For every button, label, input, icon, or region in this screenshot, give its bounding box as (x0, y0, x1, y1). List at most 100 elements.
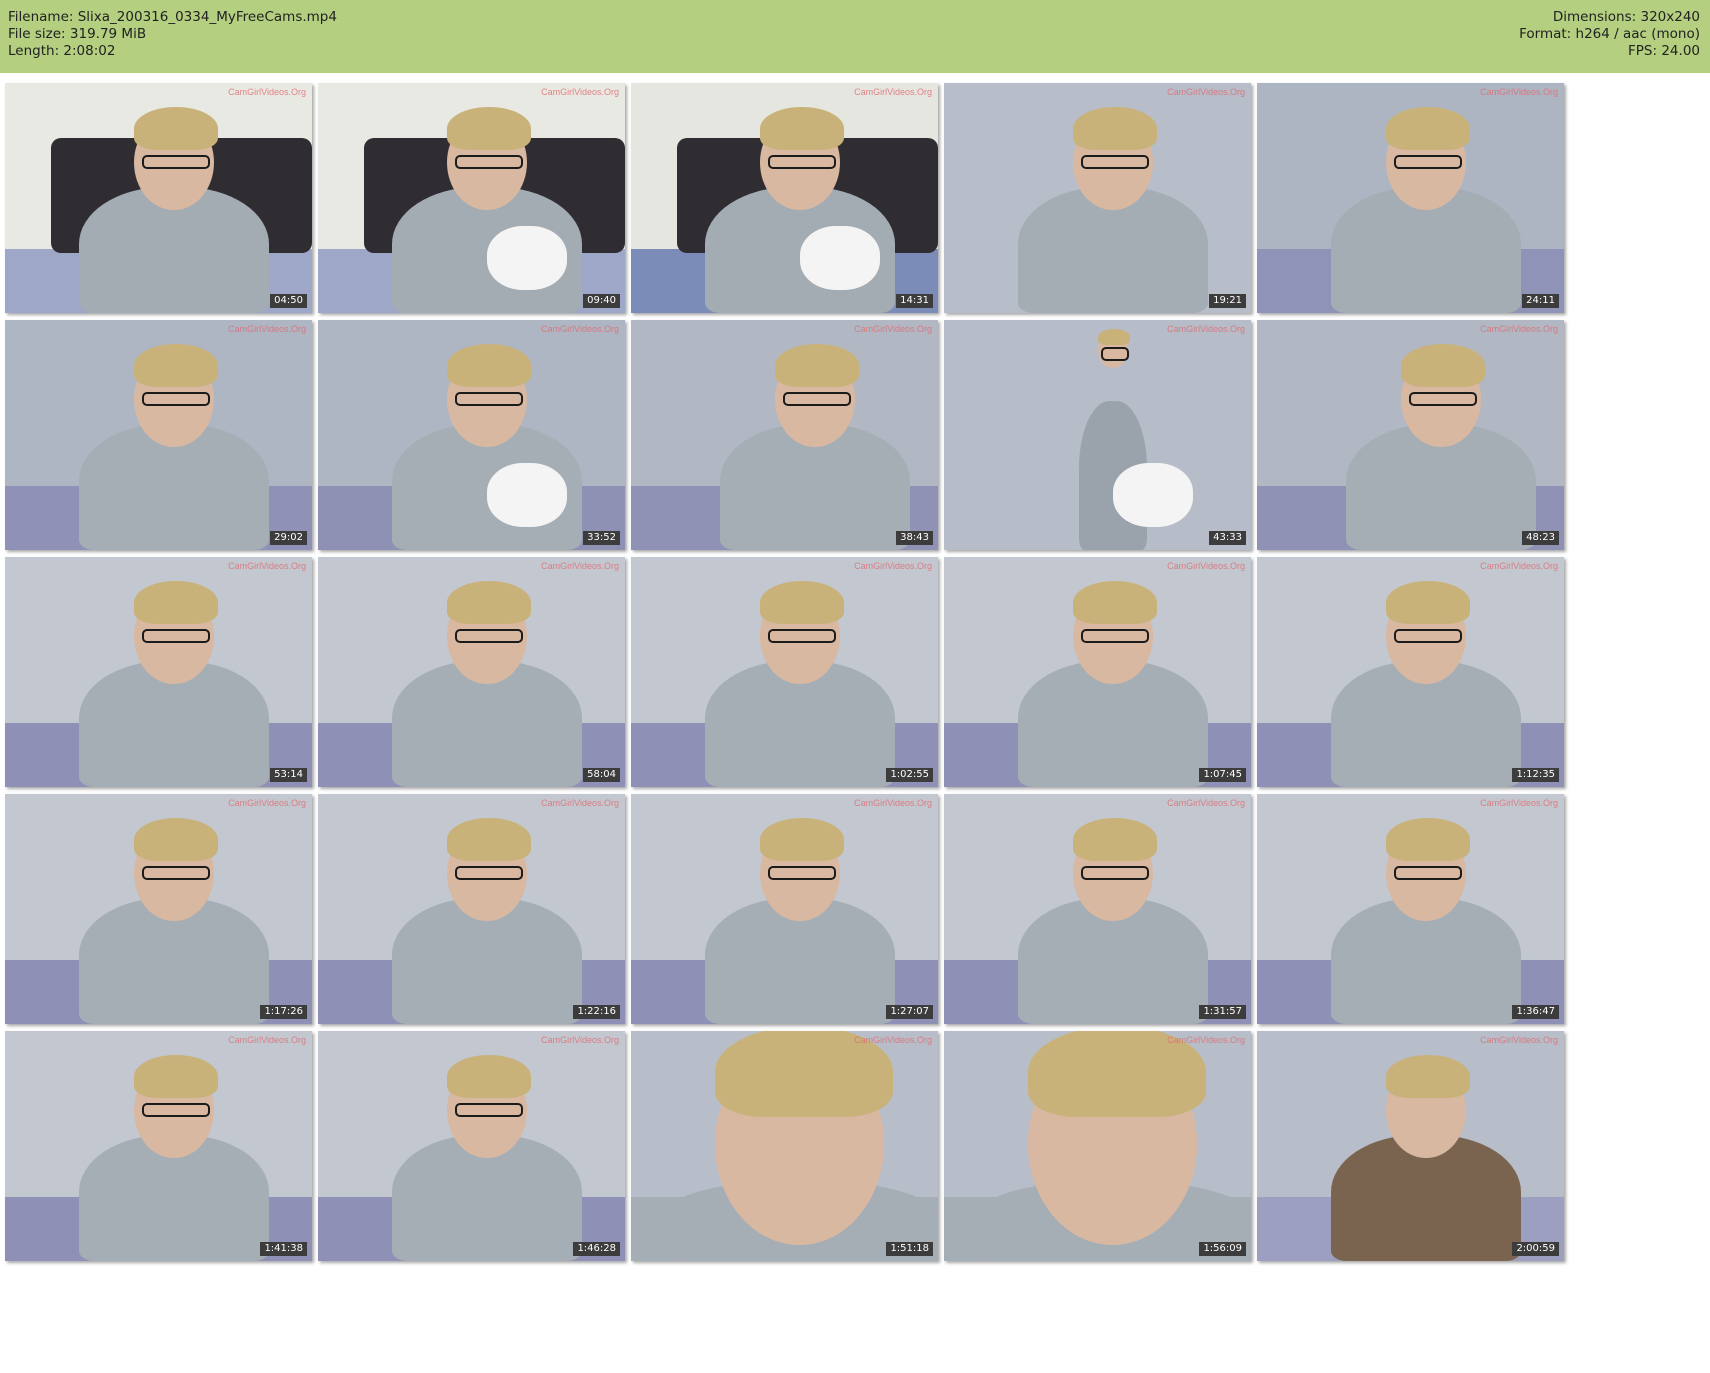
thumbnail-frame: CamGirlVideos.Org (5, 83, 312, 313)
video-thumbnail: CamGirlVideos.Org 1:12:35 (1257, 557, 1564, 787)
timestamp-label: 43:33 (1209, 531, 1246, 545)
frame-glasses (1080, 154, 1149, 169)
video-thumbnail: CamGirlVideos.Org 1:56:09 (944, 1031, 1251, 1261)
thumbnail-frame: CamGirlVideos.Org (318, 320, 625, 550)
frame-person-hair (1385, 580, 1470, 625)
frame-glasses (141, 391, 210, 406)
video-thumbnail: CamGirlVideos.Org 1:22:16 (318, 794, 625, 1024)
video-thumbnail: CamGirlVideos.Org 19:21 (944, 83, 1251, 313)
thumbnail-frame: CamGirlVideos.Org (944, 1031, 1251, 1261)
timestamp-label: 1:22:16 (573, 1005, 620, 1019)
thumbnail-frame: CamGirlVideos.Org (1257, 1031, 1564, 1261)
watermark-logo: CamGirlVideos.Org (1480, 87, 1558, 97)
frame-glasses (783, 391, 852, 406)
watermark-logo: CamGirlVideos.Org (1167, 324, 1245, 334)
dimensions-text: Dimensions: 320x240 (1552, 9, 1700, 25)
thumbnail-frame: CamGirlVideos.Org (1257, 83, 1564, 313)
frame-glasses (767, 154, 836, 169)
frame-glasses (141, 628, 210, 643)
watermark-logo: CamGirlVideos.Org (1480, 1035, 1558, 1045)
watermark-logo: CamGirlVideos.Org (854, 561, 932, 571)
video-thumbnail: CamGirlVideos.Org 1:07:45 (944, 557, 1251, 787)
timestamp-label: 2:00:59 (1512, 1242, 1559, 1256)
timestamp-label: 33:52 (583, 531, 620, 545)
video-thumbnail: CamGirlVideos.Org 1:36:47 (1257, 794, 1564, 1024)
video-thumbnail: CamGirlVideos.Org 38:43 (631, 320, 938, 550)
timestamp-label: 1:31:57 (1199, 1005, 1246, 1019)
thumbnail-frame: CamGirlVideos.Org (1257, 557, 1564, 787)
frame-person-hair (1401, 343, 1486, 388)
frame-glasses (454, 628, 523, 643)
frame-person-hair (1097, 328, 1130, 346)
frame-person-hair (1385, 1054, 1470, 1099)
watermark-logo: CamGirlVideos.Org (228, 1035, 306, 1045)
timestamp-label: 14:31 (896, 294, 933, 308)
watermark-logo: CamGirlVideos.Org (228, 324, 306, 334)
watermark-logo: CamGirlVideos.Org (1480, 324, 1558, 334)
watermark-logo: CamGirlVideos.Org (1167, 561, 1245, 571)
video-thumbnail: CamGirlVideos.Org 1:17:26 (5, 794, 312, 1024)
frame-person-hair (133, 1054, 218, 1099)
thumbnail-frame: CamGirlVideos.Org (318, 794, 625, 1024)
video-thumbnail: CamGirlVideos.Org 1:46:28 (318, 1031, 625, 1261)
video-thumbnail: CamGirlVideos.Org 04:50 (5, 83, 312, 313)
frame-person-hair (133, 106, 218, 151)
video-thumbnail: CamGirlVideos.Org 1:51:18 (631, 1031, 938, 1261)
frame-glasses (1409, 391, 1478, 406)
thumbnail-frame: CamGirlVideos.Org (944, 83, 1251, 313)
frame-dog (486, 225, 567, 290)
video-thumbnail: CamGirlVideos.Org 33:52 (318, 320, 625, 550)
frame-person-hair (1072, 106, 1157, 151)
watermark-logo: CamGirlVideos.Org (541, 324, 619, 334)
timestamp-label: 1:07:45 (1199, 768, 1246, 782)
timestamp-label: 1:36:47 (1512, 1005, 1559, 1019)
timestamp-label: 1:56:09 (1199, 1242, 1246, 1256)
timestamp-label: 1:12:35 (1512, 768, 1559, 782)
timestamp-label: 58:04 (583, 768, 620, 782)
frame-person-hair (759, 106, 844, 151)
info-header: Filename: Slixa_200316_0334_MyFreeCams.m… (0, 0, 1710, 73)
thumbnail-frame: CamGirlVideos.Org (5, 1031, 312, 1261)
watermark-logo: CamGirlVideos.Org (854, 87, 932, 97)
video-thumbnail: CamGirlVideos.Org 1:02:55 (631, 557, 938, 787)
video-thumbnail: CamGirlVideos.Org 29:02 (5, 320, 312, 550)
frame-person-hair (1385, 817, 1470, 862)
thumbnail-frame: CamGirlVideos.Org (631, 1031, 938, 1261)
frame-dog (799, 225, 880, 290)
watermark-logo: CamGirlVideos.Org (1480, 561, 1558, 571)
frame-glasses (454, 1102, 523, 1117)
video-thumbnail: CamGirlVideos.Org 1:41:38 (5, 1031, 312, 1261)
frame-person-hair (446, 580, 531, 625)
frame-glasses (1393, 628, 1462, 643)
watermark-logo: CamGirlVideos.Org (541, 1035, 619, 1045)
thumbnail-frame: CamGirlVideos.Org (631, 557, 938, 787)
info-right: Dimensions: 320x240 Format: h264 / aac (… (1519, 9, 1700, 60)
frame-dog (1112, 462, 1193, 527)
timestamp-label: 19:21 (1209, 294, 1246, 308)
timestamp-label: 29:02 (270, 531, 307, 545)
thumbnail-frame: CamGirlVideos.Org (631, 320, 938, 550)
video-thumbnail: CamGirlVideos.Org 14:31 (631, 83, 938, 313)
frame-glasses (1393, 865, 1462, 880)
video-thumbnail: CamGirlVideos.Org 2:00:59 (1257, 1031, 1564, 1261)
frame-person-hair (1385, 106, 1470, 151)
timestamp-label: 1:02:55 (886, 768, 933, 782)
frame-person-hair (446, 106, 531, 151)
frame-person-hair (133, 580, 218, 625)
watermark-logo: CamGirlVideos.Org (1167, 798, 1245, 808)
thumbnail-frame: CamGirlVideos.Org (944, 557, 1251, 787)
frame-glasses (454, 391, 523, 406)
watermark-logo: CamGirlVideos.Org (1167, 1035, 1245, 1045)
watermark-logo: CamGirlVideos.Org (228, 561, 306, 571)
frame-glasses (1393, 154, 1462, 169)
frame-glasses (1080, 628, 1149, 643)
watermark-logo: CamGirlVideos.Org (228, 87, 306, 97)
thumbnail-frame: CamGirlVideos.Org (5, 557, 312, 787)
frame-person-hair (775, 343, 860, 388)
thumbnail-frame: CamGirlVideos.Org (5, 794, 312, 1024)
watermark-logo: CamGirlVideos.Org (228, 798, 306, 808)
timestamp-label: 1:51:18 (886, 1242, 933, 1256)
timestamp-label: 53:14 (270, 768, 307, 782)
video-thumbnail: CamGirlVideos.Org 58:04 (318, 557, 625, 787)
timestamp-label: 1:17:26 (260, 1005, 307, 1019)
